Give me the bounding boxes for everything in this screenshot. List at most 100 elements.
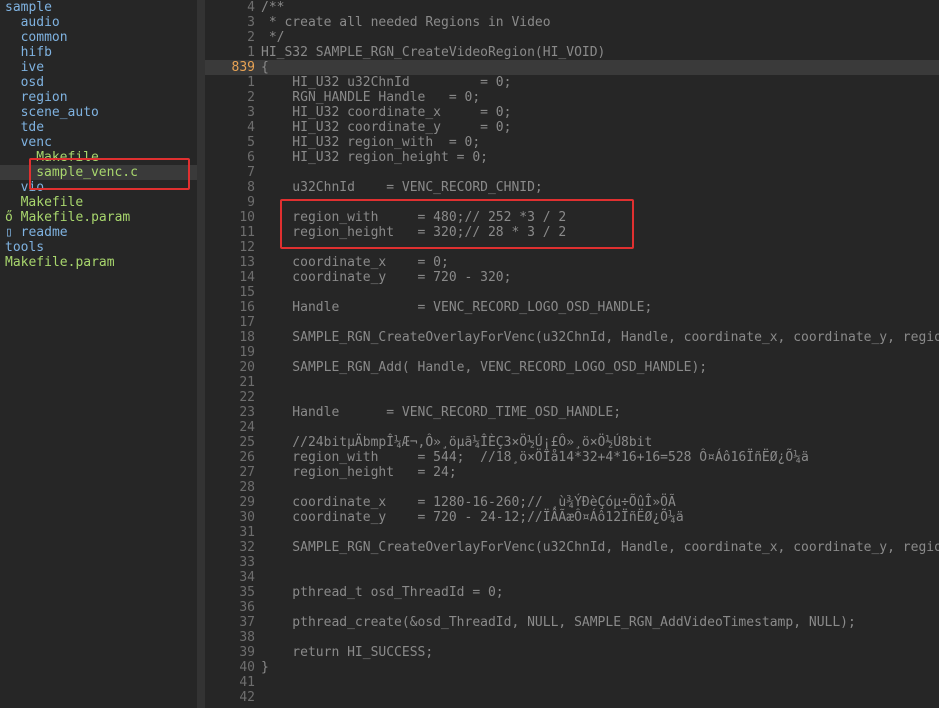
tree-file-item[interactable]: ő Makefile.param (0, 210, 130, 225)
line-number: 1 (247, 75, 255, 90)
line-number: 9 (247, 195, 255, 210)
code-line[interactable]: 8 u32ChnId = VENC_RECORD_CHNID; (205, 180, 939, 195)
code-line[interactable]: 34 (205, 570, 939, 585)
code-text: coordinate_x = 0; (261, 255, 449, 270)
tree-file-item[interactable]: Makefile (0, 195, 84, 210)
code-text: SAMPLE_RGN_CreateOverlayForVenc(u32ChnId… (292, 540, 939, 555)
line-number: 39 (239, 645, 255, 660)
line-number: 6 (247, 150, 255, 165)
code-editor[interactable]: 4/** 3 * create all needed Regions in Vid… (205, 0, 939, 708)
code-line[interactable]: 15 (205, 285, 939, 300)
line-number: 11 (239, 225, 255, 240)
code-text: coordinate_y = 720 - 24-12;//ÏÂÃæÔ¤Áô12Ï… (261, 510, 684, 525)
tree-folder-item[interactable]: region (0, 90, 68, 105)
code-text: RGN_HANDLE Handle = 0; (261, 90, 481, 105)
line-number: 4 (247, 120, 255, 135)
tree-folder-item[interactable]: hifb (0, 45, 52, 60)
code-text: pthread_create(&osd_ThreadId, NULL, SAMP… (261, 615, 856, 630)
code-line[interactable]: 26 region_with = 544; //18¸ö×ÖÎå14*32+4*… (205, 450, 939, 465)
line-number: 839 (231, 60, 255, 75)
line-number: 3 (247, 105, 255, 120)
code-line[interactable]: 39 return HI_SUCCESS; (205, 645, 939, 660)
code-line[interactable]: 37 pthread_create(&osd_ThreadId, NULL, S… (205, 615, 939, 630)
code-line[interactable]: 42 (205, 690, 939, 705)
code-line[interactable]: 40} (205, 660, 939, 675)
code-line[interactable]: 30 coordinate_y = 720 - 24-12;//ÏÂÃæÔ¤Áô… (205, 510, 939, 525)
code-line[interactable]: 4 /** (205, 0, 939, 15)
code-line[interactable]: 23 Handle = VENC_RECORD_TIME_OSD_HANDLE; (205, 405, 939, 420)
code-line[interactable]: 33 (205, 555, 939, 570)
code-text: region_height = 24; (261, 465, 457, 480)
highlight-box-code (280, 199, 634, 249)
code-line[interactable]: 839 { (205, 60, 939, 75)
line-number: 14 (239, 270, 255, 285)
line-number: 10 (239, 210, 255, 225)
code-text: coordinate_y = 720 - 320; (261, 270, 512, 285)
code-text: HI_U32 coordinate_x = 0; (261, 105, 512, 120)
line-number: 27 (239, 465, 255, 480)
code-text: return HI_SUCCESS; (261, 645, 434, 660)
code-line[interactable]: 35 pthread_t osd_ThreadId = 0; (205, 585, 939, 600)
tree-folder-item[interactable]: audio (0, 15, 60, 30)
tree-file-item[interactable]: Makefile.param (0, 255, 115, 270)
code-line[interactable]: 21 (205, 375, 939, 390)
code-line[interactable]: 2 */ (205, 30, 939, 45)
line-number: 22 (239, 390, 255, 405)
code-line[interactable]: 32 SAMPLE_RGN_CreateOverlayForVenc(u32Ch… (205, 540, 939, 555)
code-text: * create all needed Regions in Video (261, 15, 551, 30)
tree-folder-item[interactable]: scene_auto (0, 105, 99, 120)
tree-folder-item[interactable]: tde (0, 120, 44, 135)
code-line[interactable]: 1 HI_S32 SAMPLE_RGN_CreateVideoRegion(HI_… (205, 45, 939, 60)
line-number: 12 (239, 240, 255, 255)
code-line[interactable]: 6 HI_U32 region_height = 0; (205, 150, 939, 165)
tree-folder-item[interactable]: tools (0, 240, 44, 255)
code-line[interactable]: 28 (205, 480, 939, 495)
line-number: 37 (239, 615, 255, 630)
line-number: 28 (239, 480, 255, 495)
file-tree-panel: sample audio common hifb ive osd region scene_a… (0, 0, 197, 708)
code-line[interactable]: 16 Handle = VENC_RECORD_LOGO_OSD_HANDLE; (205, 300, 939, 315)
code-line[interactable]: 24 (205, 420, 939, 435)
tree-folder-item[interactable]: venc (0, 135, 52, 150)
line-number: 21 (239, 375, 255, 390)
line-number: 20 (239, 360, 255, 375)
tree-folder-item[interactable]: osd (0, 75, 44, 90)
code-line[interactable]: 2 RGN_HANDLE Handle = 0; (205, 90, 939, 105)
code-line[interactable]: 31 (205, 525, 939, 540)
code-line[interactable]: 36 (205, 600, 939, 615)
code-line[interactable]: 4 HI_U32 coordinate_y = 0; (205, 120, 939, 135)
line-number: 17 (239, 315, 255, 330)
code-line[interactable]: 3 * create all needed Regions in Video (205, 15, 939, 30)
tree-folder-item[interactable]: ive (0, 60, 44, 75)
code-line[interactable]: 14 coordinate_y = 720 - 320; (205, 270, 939, 285)
code-line[interactable]: 27 region_height = 24; (205, 465, 939, 480)
code-line[interactable]: 22 (205, 390, 939, 405)
tree-folder-item[interactable]: common (0, 30, 68, 45)
code-line[interactable]: 25 //24bitµÄbmpÎ¼Æ¬,Ô»¸öµã¼ÎÈÇ3×Ö½Ú¡£Ô»¸… (205, 435, 939, 450)
code-line[interactable]: 7 (205, 165, 939, 180)
code-text: /** (261, 0, 285, 15)
line-number: 4 (247, 0, 255, 15)
line-number: 38 (239, 630, 255, 645)
tree-folder-item[interactable]: sample (0, 0, 52, 15)
code-line[interactable]: 5 HI_U32 region_with = 0; (205, 135, 939, 150)
code-line[interactable]: 38 (205, 630, 939, 645)
code-line[interactable]: 1 HI_U32 u32ChnId = 0; (205, 75, 939, 90)
line-number: 25 (239, 435, 255, 450)
code-text: //24bitµÄbmpÎ¼Æ¬,Ô»¸öµã¼ÎÈÇ3×Ö½Ú¡£Ô»¸ö×Ö… (261, 435, 653, 450)
line-number: 2 (247, 30, 255, 45)
code-line[interactable]: 20 SAMPLE_RGN_Add( Handle, VENC_RECORD_L… (205, 360, 939, 375)
line-number: 3 (247, 15, 255, 30)
tree-folder-item[interactable]: ▯ readme (0, 225, 68, 240)
code-line[interactable]: 17 (205, 315, 939, 330)
code-text: HI_U32 u32ChnId = 0; (261, 75, 512, 90)
line-number: 35 (239, 585, 255, 600)
split-gutter[interactable] (197, 0, 205, 708)
code-line[interactable]: 3 HI_U32 coordinate_x = 0; (205, 105, 939, 120)
code-line[interactable]: 29 coordinate_x = 1280-16-260;// ¸ù¾ÝÐèÇ… (205, 495, 939, 510)
code-line[interactable]: 18 SAMPLE_RGN_CreateOverlayForVenc(u32Ch… (205, 330, 939, 345)
code-line[interactable]: 19 (205, 345, 939, 360)
code-line[interactable]: 13 coordinate_x = 0; (205, 255, 939, 270)
code-text: { (261, 60, 269, 75)
code-line[interactable]: 41 (205, 675, 939, 690)
